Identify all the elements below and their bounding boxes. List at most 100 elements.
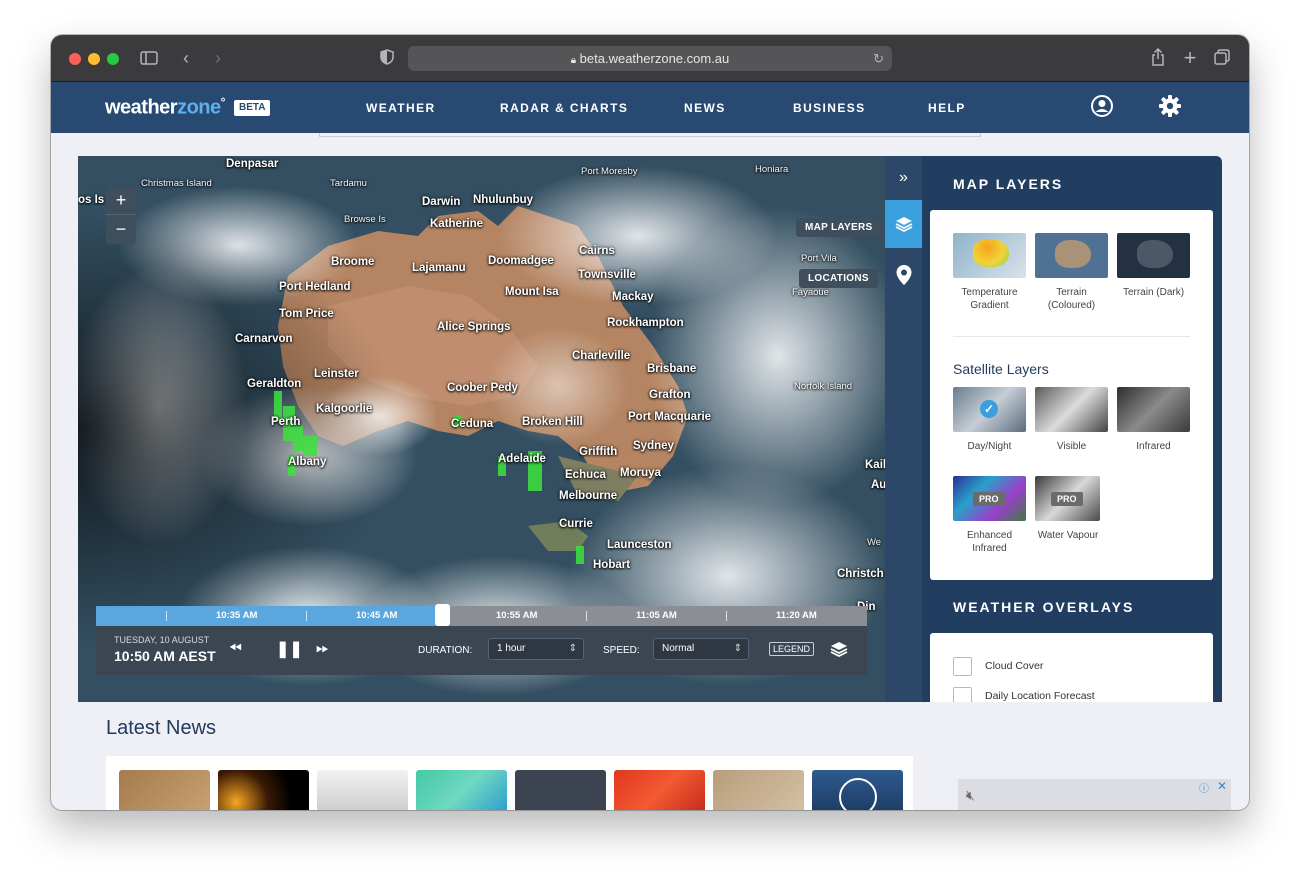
layer-caption: Temperature Gradient [961,287,1018,311]
playback-controls: TUESDAY, 10 AUGUST 10:50 AM AEST ⏪︎ ❚❚ ⏩… [96,626,867,675]
place-label: Geraldton [247,378,302,390]
location-pin-icon[interactable] [885,252,922,300]
place-label: Griffith [579,446,618,458]
place-label: Ceduna [451,418,494,430]
duration-select[interactable]: 1 hour ⇕ [488,638,584,660]
news-thumbnail[interactable] [416,770,507,810]
place-label: Adelaide [498,453,546,465]
layer-caption: Terrain (Dark) [1122,287,1185,298]
cloud-cover-checkbox[interactable] [953,657,972,676]
new-tab-icon[interactable]: + [1180,47,1200,69]
satellite-map[interactable]: + − MAP LAYERS LOCATIONS Denpasar Christm… [78,156,885,702]
chevron-updown-icon: ⇕ [733,643,742,654]
logo-accent-text: zone [177,96,221,119]
sidebar-toggle-icon[interactable] [139,49,159,69]
news-thumbnail[interactable] [713,770,804,810]
news-thumbnail[interactable] [614,770,705,810]
pro-badge: PRO [1051,492,1083,506]
layer-caption: Day/Night [967,441,1012,452]
place-label: Fayaoue [792,287,829,298]
news-thumbnail[interactable] [317,770,408,810]
muted-speaker-icon[interactable]: 🔇︎ [966,787,975,804]
pro-badge: PRO [973,492,1005,506]
zoom-in-button[interactable]: + [106,186,136,215]
day-night-thumbnail: ✓ [953,387,1026,432]
shield-icon[interactable] [377,49,397,69]
timeline-bar[interactable]: 10:35 AM 10:45 AM 10:55 AM 11:05 AM 11:2… [96,606,867,626]
place-label: Rockhampton [607,317,684,329]
layer-water-vapour[interactable]: PRO Water Vapour [1035,476,1100,542]
speed-select[interactable]: Normal ⇕ [653,638,749,660]
forward-arrow-icon[interactable]: › [208,48,228,68]
share-icon[interactable] [1148,47,1168,70]
search-bar-edge [319,133,981,137]
back-arrow-icon[interactable]: ‹ [176,48,196,68]
place-label: Port Moresby [581,166,638,177]
visible-thumbnail [1035,387,1108,432]
daily-forecast-checkbox[interactable] [953,687,972,702]
layer-temperature-gradient[interactable]: Temperature Gradient [953,233,1026,312]
nav-weather[interactable]: WEATHER [366,101,436,115]
panel-title: MAP LAYERS [953,176,1064,192]
timeline-time: 10:35 AM [216,610,258,621]
map-side-rail: » [885,156,922,702]
nav-business[interactable]: BUSINESS [793,101,866,115]
layer-enhanced-infrared[interactable]: PRO Enhanced Infrared [953,476,1026,555]
place-label: Doomadgee [488,255,554,267]
place-label: Katherine [430,218,484,230]
advertisement[interactable]: 🔇︎ ⓘ ✕ [958,779,1231,810]
nav-radar-charts[interactable]: RADAR & CHARTS [500,101,628,115]
layer-caption: Terrain (Coloured) [1047,287,1096,311]
logo-degree: ° [220,95,226,109]
rewind-icon[interactable]: ⏪︎ [229,640,242,658]
timeline-scrubber-handle[interactable] [434,604,450,626]
legend-button[interactable]: LEGEND [769,642,815,656]
water-vapour-thumbnail: PRO [1035,476,1100,521]
play-video-icon[interactable] [839,778,877,810]
layers-stack-icon[interactable] [829,639,849,662]
nav-help[interactable]: HELP [928,101,966,115]
user-account-icon[interactable] [1090,94,1114,118]
layer-caption: Enhanced Infrared [966,530,1013,554]
browser-window: ‹ › 🔒︎ beta.weatherzone.com.au ↻ + weath… [51,35,1249,810]
place-label: Broome [331,256,375,268]
address-bar[interactable]: 🔒︎ beta.weatherzone.com.au ↻ [408,46,892,71]
weather-overlays-title: WEATHER OVERLAYS [953,599,1135,615]
nav-news[interactable]: NEWS [684,101,726,115]
place-label: Albany [288,456,327,468]
layer-day-night[interactable]: ✓ Day/Night [953,387,1026,453]
timeline-time: 10:55 AM [496,610,538,621]
latest-news-heading: Latest News [106,717,217,739]
news-thumbnail[interactable] [119,770,210,810]
locations-button[interactable]: LOCATIONS [799,269,878,288]
place-label: Carnarvon [235,333,293,345]
news-thumbnail[interactable] [515,770,606,810]
place-label: Christch [837,568,884,580]
zoom-out-button[interactable]: − [106,215,136,244]
layer-terrain-dark[interactable]: Terrain (Dark) [1117,233,1190,299]
ad-close-icon[interactable]: ✕ [1217,779,1227,793]
weatherzone-logo[interactable]: weatherzone° [105,95,226,120]
layer-terrain-coloured[interactable]: Terrain (Coloured) [1035,233,1108,312]
place-label: Darwin [422,196,461,208]
layer-visible[interactable]: Visible [1035,387,1108,453]
tab-overview-icon[interactable] [1212,49,1232,69]
fast-forward-icon[interactable]: ⏩︎ [316,640,329,658]
zoom-window-button[interactable] [107,53,119,65]
pause-icon[interactable]: ❚❚ [276,639,303,659]
settings-gear-icon[interactable] [1158,94,1182,118]
collapse-panel-icon[interactable]: » [885,156,922,204]
layer-infrared[interactable]: Infrared [1117,387,1190,453]
close-window-button[interactable] [69,53,81,65]
reload-icon[interactable]: ↻ [873,46,884,71]
layers-tab-icon[interactable] [885,200,922,248]
news-thumbnail[interactable] [218,770,309,810]
news-thumbnail[interactable] [812,770,903,810]
place-label: Brisbane [647,363,697,375]
minimize-window-button[interactable] [88,53,100,65]
ad-info-icon[interactable]: ⓘ [1199,780,1209,795]
map-layers-button[interactable]: MAP LAYERS [796,218,882,237]
place-label: Perth [271,416,301,428]
temperature-thumbnail [953,233,1026,278]
layers-card: Temperature Gradient Terrain (Coloured) … [930,210,1213,580]
